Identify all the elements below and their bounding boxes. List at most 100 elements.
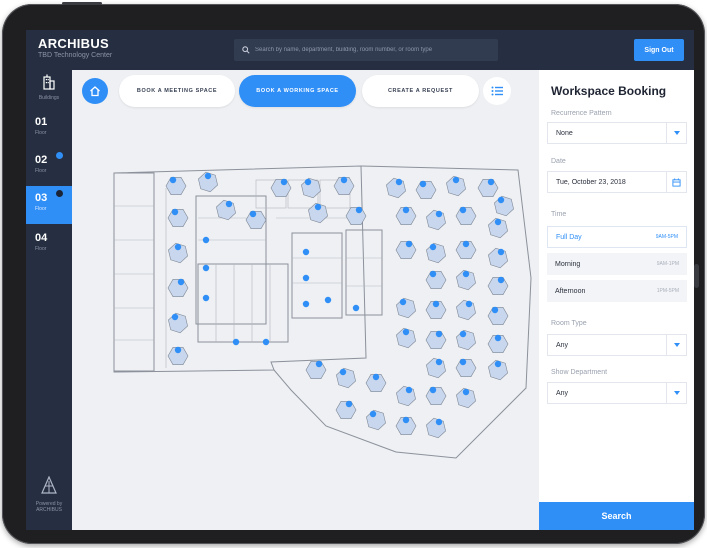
available-desk-pin[interactable] [352, 304, 360, 312]
available-desk-pin[interactable] [355, 206, 363, 214]
available-desk-pin[interactable] [405, 386, 413, 394]
available-desk-pin[interactable] [177, 278, 185, 286]
floor-item-01[interactable]: 01 Floor [26, 110, 72, 148]
time-option-full-day[interactable]: Full Day 9AM-5PM [547, 226, 687, 248]
department-select[interactable]: Any [547, 382, 687, 404]
available-desk-pin[interactable] [491, 306, 499, 314]
date-label: Date [551, 158, 566, 165]
available-desk-pin[interactable] [435, 418, 443, 426]
available-desk-pin[interactable] [402, 328, 410, 336]
available-desk-pin[interactable] [497, 276, 505, 284]
available-desk-pin[interactable] [435, 330, 443, 338]
available-desk-pin[interactable] [487, 178, 495, 186]
available-desk-pin[interactable] [459, 206, 467, 214]
floor-plan-map[interactable] [106, 158, 546, 468]
available-desk-pin[interactable] [302, 248, 310, 256]
available-desk-pin[interactable] [169, 176, 177, 184]
search-icon [242, 46, 250, 54]
available-desk-pin[interactable] [405, 240, 413, 248]
workspace-booking-panel: Workspace Booking Recurrence Pattern Non… [539, 70, 694, 530]
buildings-label: Buildings [38, 95, 60, 101]
time-option-afternoon[interactable]: Afternoon 1PM-5PM [547, 280, 687, 302]
available-desk-pin[interactable] [202, 264, 210, 272]
tab-book-working-space[interactable]: BOOK A WORKING SPACE [239, 75, 356, 107]
available-desk-pin[interactable] [429, 243, 437, 251]
available-desk-pin[interactable] [429, 386, 437, 394]
list-icon [491, 86, 503, 96]
room-type-select[interactable]: Any [547, 334, 687, 356]
available-desk-pin[interactable] [225, 200, 233, 208]
chevron-down-icon[interactable] [666, 383, 686, 403]
available-desk-pin[interactable] [435, 358, 443, 366]
available-desk-pin[interactable] [494, 218, 502, 226]
available-desk-pin[interactable] [302, 300, 310, 308]
floor-item-02[interactable]: 02 Floor [26, 148, 72, 186]
available-desk-pin[interactable] [429, 270, 437, 278]
floor-item-03[interactable]: 03 Floor [26, 186, 72, 224]
date-value: Tue, October 23, 2018 [556, 178, 626, 186]
available-desk-pin[interactable] [315, 360, 323, 368]
available-desk-pin[interactable] [232, 338, 240, 346]
available-desk-pin[interactable] [369, 410, 377, 418]
floor-label: Floor [35, 246, 47, 252]
available-desk-pin[interactable] [302, 274, 310, 282]
available-desk-pin[interactable] [459, 358, 467, 366]
calendar-icon[interactable] [666, 172, 686, 192]
chevron-down-icon[interactable] [666, 335, 686, 355]
floor-item-04[interactable]: 04 Floor [26, 226, 72, 264]
tablet-frame: ARCHIBUS TBD Technology Center Sign Out [2, 2, 705, 544]
available-desk-pin[interactable] [459, 330, 467, 338]
search-input[interactable] [255, 47, 495, 53]
available-desk-pin[interactable] [372, 373, 380, 381]
available-desk-pin[interactable] [174, 346, 182, 354]
recurrence-select[interactable]: None [547, 122, 687, 144]
available-desk-pin[interactable] [262, 338, 270, 346]
search-box[interactable] [234, 39, 498, 61]
brand-subtitle: TBD Technology Center [38, 52, 113, 59]
brand: ARCHIBUS TBD Technology Center [38, 36, 112, 59]
available-desk-pin[interactable] [324, 296, 332, 304]
time-label: Time [551, 211, 567, 218]
available-desk-pin[interactable] [462, 388, 470, 396]
available-desk-pin[interactable] [314, 203, 322, 211]
available-desk-pin[interactable] [304, 178, 312, 186]
available-desk-pin[interactable] [419, 180, 427, 188]
available-desk-pin[interactable] [171, 208, 179, 216]
room-type-label: Room Type [551, 320, 587, 327]
date-field[interactable]: Tue, October 23, 2018 [547, 171, 687, 193]
time-option-morning[interactable]: Morning 9AM-1PM [547, 253, 687, 275]
chevron-down-icon[interactable] [666, 123, 686, 143]
available-desk-pin[interactable] [399, 298, 407, 306]
available-desk-pin[interactable] [340, 176, 348, 184]
available-desk-pin[interactable] [402, 416, 410, 424]
available-desk-pin[interactable] [174, 243, 182, 251]
sign-out-button[interactable]: Sign Out [634, 39, 684, 61]
available-desk-pin[interactable] [345, 400, 353, 408]
available-desk-pin[interactable] [494, 334, 502, 342]
available-desk-pin[interactable] [202, 294, 210, 302]
list-view-button[interactable] [483, 77, 511, 105]
available-desk-pin[interactable] [171, 313, 179, 321]
available-desk-pin[interactable] [249, 210, 257, 218]
available-desk-pin[interactable] [435, 210, 443, 218]
available-desk-pin[interactable] [339, 368, 347, 376]
available-desk-pin[interactable] [462, 240, 470, 248]
available-desk-pin[interactable] [280, 178, 288, 186]
available-desk-pin[interactable] [395, 178, 403, 186]
buildings-button[interactable]: Buildings [26, 74, 72, 101]
available-desk-pin[interactable] [462, 270, 470, 278]
available-desk-pin[interactable] [402, 206, 410, 214]
tab-create-request[interactable]: CREATE A REQUEST [362, 75, 479, 107]
archibus-logo: Powered by ARCHIBUS [26, 475, 72, 513]
available-desk-pin[interactable] [204, 172, 212, 180]
available-desk-pin[interactable] [465, 300, 473, 308]
available-desk-pin[interactable] [202, 236, 210, 244]
available-desk-pin[interactable] [452, 176, 460, 184]
available-desk-pin[interactable] [432, 300, 440, 308]
available-desk-pin[interactable] [497, 248, 505, 256]
available-desk-pin[interactable] [494, 360, 502, 368]
tab-book-meeting-space[interactable]: BOOK A MEETING SPACE [119, 75, 235, 107]
search-button[interactable]: Search [539, 502, 694, 530]
home-button[interactable] [82, 78, 108, 104]
available-desk-pin[interactable] [497, 196, 505, 204]
